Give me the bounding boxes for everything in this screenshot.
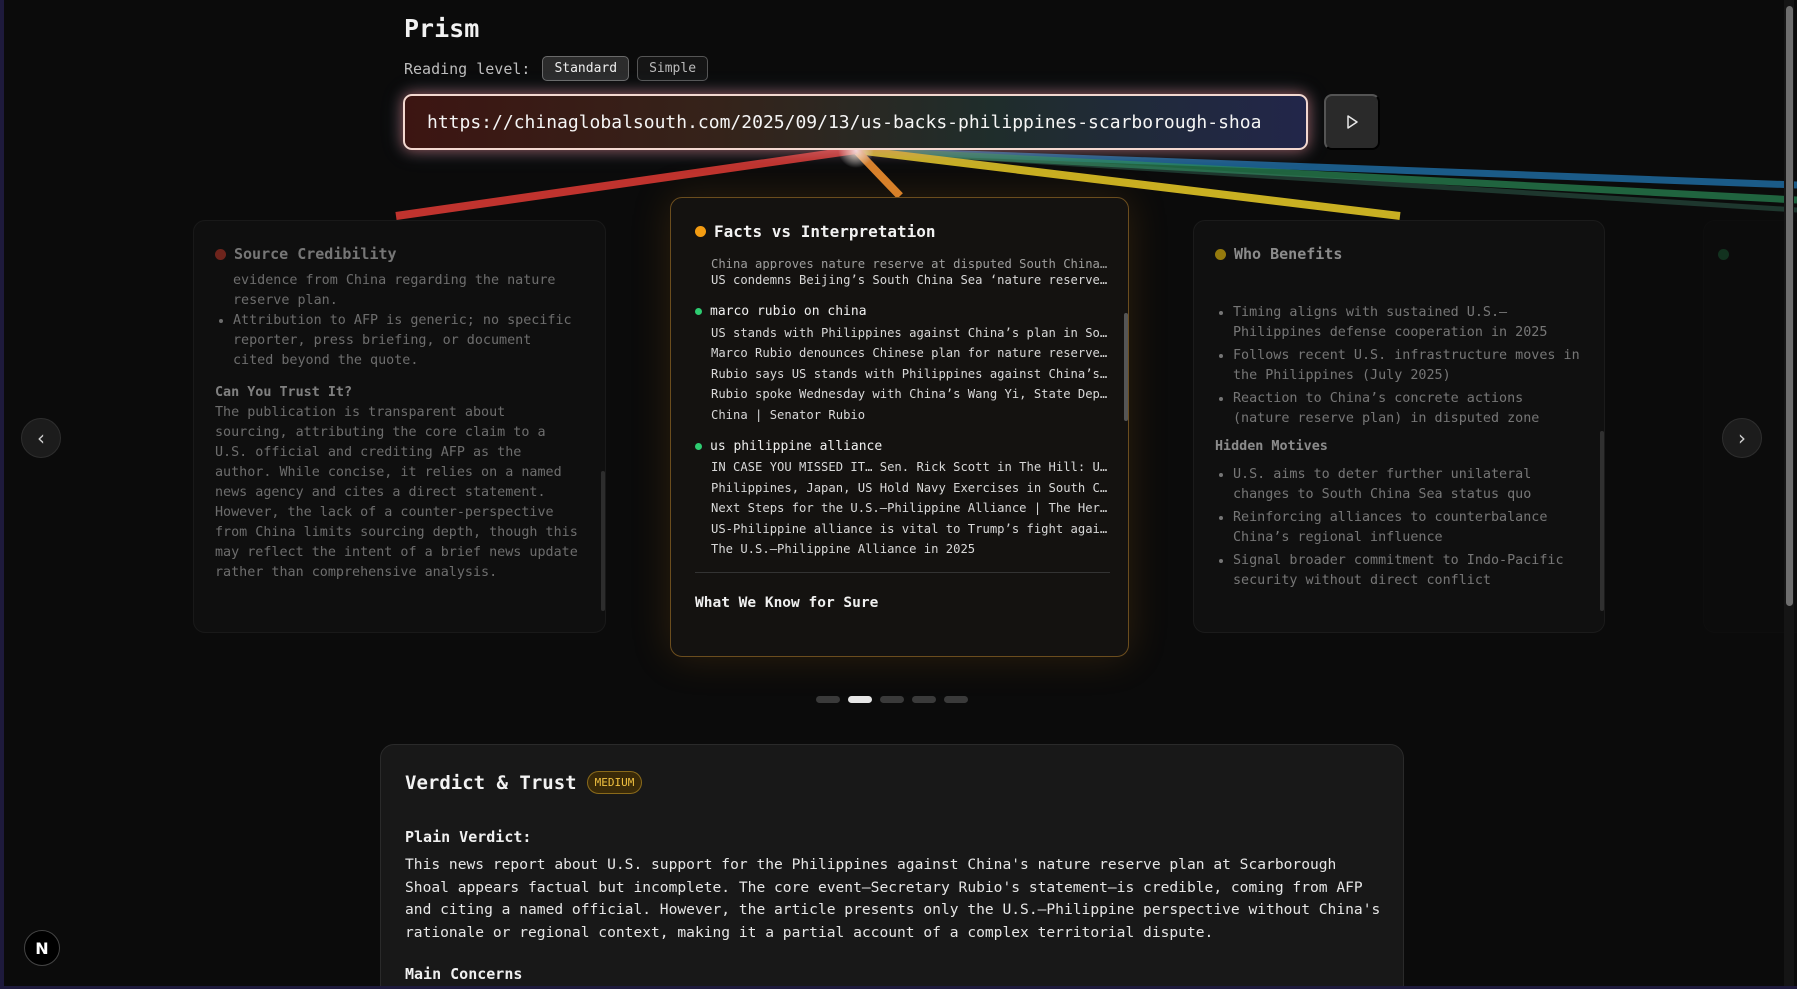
- url-input[interactable]: https://chinaglobalsouth.com/2025/09/13/…: [403, 94, 1308, 150]
- list-item: Reaction to China’s concrete actions (na…: [1233, 389, 1584, 429]
- list-item[interactable]: China | Senator Rubio: [695, 405, 1110, 426]
- verdict-panel: Verdict & Trust MEDIUM Plain Verdict: Th…: [380, 744, 1404, 989]
- topic-heading: us philippine alliance: [695, 435, 1110, 457]
- carousel-pager: [816, 696, 968, 703]
- topic-name: us philippine alliance: [710, 438, 883, 454]
- card-who-benefits: Who Benefits Timing aligns with sustaine…: [1193, 220, 1605, 633]
- window-left-edge: [0, 0, 4, 989]
- topic-name: marco rubio on china: [710, 304, 867, 319]
- card-facts-vs-interpretation: Facts vs Interpretation China approves n…: [670, 197, 1129, 657]
- card-body: China approves nature reserve at dispute…: [695, 258, 1110, 611]
- card-title: Who Benefits: [1234, 245, 1343, 263]
- credibility-dot-icon: [215, 248, 226, 260]
- topic-dot-icon: [695, 442, 702, 450]
- list-item[interactable]: Marco Rubio denounces Chinese plan for n…: [695, 343, 1110, 364]
- nextjs-logo-button[interactable]: N: [24, 930, 60, 966]
- card-scrollbar[interactable]: [1600, 431, 1604, 611]
- card-scrollbar[interactable]: [601, 471, 605, 611]
- divider: [695, 571, 1110, 573]
- list-item: Timing aligns with sustained U.S.–Philip…: [1233, 303, 1584, 343]
- main-concerns-label: Main Concerns: [405, 965, 523, 983]
- card-header: Facts vs Interpretation: [695, 222, 936, 241]
- card-body: evidence from China regarding the nature…: [215, 273, 579, 583]
- trust-text: The publication is transparent about sou…: [215, 405, 578, 580]
- list-item[interactable]: US stands with Philippines against China…: [695, 323, 1110, 344]
- benefits-dot-icon: [1215, 248, 1226, 260]
- verdict-title: Verdict & Trust: [405, 771, 577, 794]
- list-item[interactable]: Philippines, Japan, US Hold Navy Exercis…: [695, 478, 1110, 499]
- card-body: Timing aligns with sustained U.S.–Philip…: [1215, 303, 1584, 594]
- plain-verdict-text: This news report about U.S. support for …: [405, 856, 1381, 941]
- pager-dot[interactable]: [880, 696, 904, 703]
- card-source-credibility: Source Credibility evidence from China r…: [193, 220, 606, 633]
- trust-level-badge: MEDIUM: [586, 771, 643, 794]
- list-item[interactable]: The U.S.–Philippine Alliance in 2025: [695, 539, 1110, 560]
- verdict-header: Verdict & Trust MEDIUM: [405, 771, 643, 794]
- reading-level-simple-button[interactable]: Simple: [637, 56, 709, 81]
- trust-heading: Can You Trust It?: [215, 385, 353, 400]
- page-scrollbar[interactable]: [1784, 0, 1794, 989]
- card-header: Source Credibility: [215, 245, 397, 263]
- app-title: Prism: [404, 14, 480, 43]
- list-item: China approves nature reserve at dispute…: [711, 258, 1110, 270]
- list-item: Follows recent U.S. infrastructure moves…: [1233, 346, 1584, 386]
- preview-dot-icon: [1718, 249, 1729, 260]
- card-title: Source Credibility: [234, 245, 397, 263]
- plain-verdict-label: Plain Verdict:: [405, 828, 532, 846]
- reading-level-selector: Reading level: Standard Simple: [404, 56, 709, 81]
- topic-heading: marco rubio on china: [695, 301, 1110, 323]
- reading-level-label: Reading level:: [404, 59, 531, 78]
- bullet-list: U.S. aims to deter further unilateral ch…: [1215, 465, 1584, 591]
- reading-level-standard-button[interactable]: Standard: [542, 56, 630, 81]
- list-item: Reinforcing alliances to counterbalance …: [1233, 508, 1584, 548]
- card-header: Who Benefits: [1215, 245, 1342, 263]
- list-item[interactable]: US-Philippine alliance is vital to Trump…: [695, 519, 1110, 540]
- list-item[interactable]: Rubio spoke Wednesday with China’s Wang …: [695, 384, 1110, 405]
- analyze-button[interactable]: [1324, 94, 1380, 150]
- facts-dot-icon: [695, 226, 706, 237]
- card-scrollbar[interactable]: [1124, 313, 1128, 421]
- list-item[interactable]: IN CASE YOU MISSED IT… Sen. Rick Scott i…: [695, 457, 1110, 478]
- bullet-list: Attribution to AFP is generic; no specif…: [215, 311, 579, 371]
- list-item: US condemns Beijing’s South China Sea ‘n…: [711, 273, 1110, 287]
- pager-dot[interactable]: [816, 696, 840, 703]
- pager-dot[interactable]: [944, 696, 968, 703]
- partial-text: evidence from China regarding the nature…: [215, 271, 579, 311]
- partial-line: evidence from China regarding the nature: [233, 273, 556, 288]
- carousel-prev-button[interactable]: ‹: [21, 418, 61, 458]
- list-item: Signal broader commitment to Indo-Pacifi…: [1233, 551, 1584, 591]
- bullet-list: Timing aligns with sustained U.S.–Philip…: [1215, 303, 1584, 429]
- card-title: Facts vs Interpretation: [714, 222, 936, 241]
- partial-line: reserve plan.: [233, 293, 338, 308]
- pager-dot[interactable]: [912, 696, 936, 703]
- know-heading: What We Know for Sure: [695, 594, 879, 611]
- list-item[interactable]: Rubio says US stands with Philippines ag…: [695, 364, 1110, 385]
- carousel-next-button[interactable]: ›: [1722, 418, 1762, 458]
- play-icon: [1347, 115, 1358, 129]
- hidden-motives-heading: Hidden Motives: [1215, 439, 1328, 454]
- list-item[interactable]: Next Steps for the U.S.–Philippine Allia…: [695, 498, 1110, 519]
- page-scrollbar-thumb[interactable]: [1786, 6, 1793, 606]
- topic-dot-icon: [695, 308, 702, 315]
- list-item: U.S. aims to deter further unilateral ch…: [1233, 465, 1584, 505]
- list-item: Attribution to AFP is generic; no specif…: [233, 311, 579, 371]
- pager-dot-active[interactable]: [848, 696, 872, 703]
